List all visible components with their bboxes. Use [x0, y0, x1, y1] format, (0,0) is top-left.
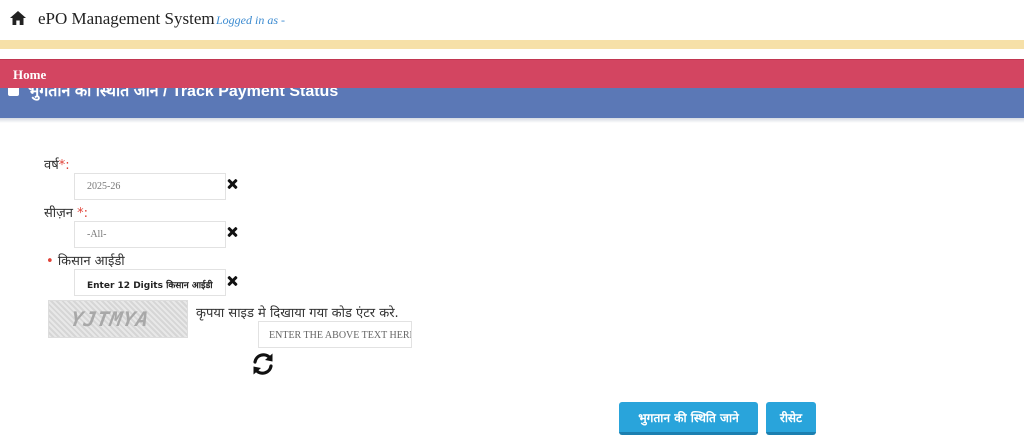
- track-status-button[interactable]: भुगतान की स्थिति जाने: [619, 402, 758, 435]
- season-required-mark: *:: [77, 206, 89, 221]
- logged-in-status: Logged in as -: [216, 13, 285, 27]
- panel-header: भुगतान की स्थिति जाने / Track Payment St…: [0, 88, 1024, 118]
- panel-square-icon: [8, 88, 19, 96]
- captcha-input[interactable]: ENTER THE ABOVE TEXT HERE: [258, 321, 412, 348]
- year-required-mark: *:: [58, 158, 70, 173]
- farmer-id-label: • किसान आईडी: [46, 251, 125, 269]
- reset-button[interactable]: रीसेट: [766, 402, 816, 435]
- home-icon[interactable]: [10, 11, 26, 25]
- farmer-id-input[interactable]: Enter 12 Digits किसान आईडी: [74, 269, 226, 296]
- season-label: सीज़न *:: [44, 203, 88, 221]
- panel-title-text: भुगतान की स्थिति जाने / Track Payment St…: [28, 88, 339, 100]
- year-select[interactable]: 2025-26: [74, 173, 226, 200]
- main-nav-bar: Home: [0, 59, 1024, 88]
- farmer-id-label-text: किसान आईडी: [57, 254, 125, 269]
- panel-title: भुगतान की स्थिति जाने / Track Payment St…: [8, 88, 338, 101]
- season-select[interactable]: -All-: [74, 221, 226, 248]
- season-label-text: सीज़न: [44, 206, 74, 221]
- notice-strip: [0, 40, 1024, 49]
- nav-home-link[interactable]: Home: [13, 67, 46, 83]
- year-label: वर्ष*:: [44, 155, 70, 173]
- panel-header-shadow: [0, 118, 1024, 123]
- captcha-image-text: YJTMYA: [68, 307, 152, 331]
- captcha-hint: कृपया साइड मे दिखाया गया कोड एंटर करे.: [196, 306, 399, 321]
- season-clear-icon[interactable]: [226, 226, 238, 238]
- refresh-icon[interactable]: [249, 350, 277, 378]
- top-navbar: ePO Management System Logged in as -: [0, 0, 1024, 40]
- farmer-id-clear-icon[interactable]: [226, 275, 238, 287]
- farmer-id-required-mark: •: [46, 254, 54, 269]
- year-label-text: वर्ष: [44, 158, 59, 173]
- captcha-image: YJTMYA: [48, 300, 188, 338]
- year-clear-icon[interactable]: [226, 178, 238, 190]
- app-brand[interactable]: ePO Management System: [38, 9, 215, 29]
